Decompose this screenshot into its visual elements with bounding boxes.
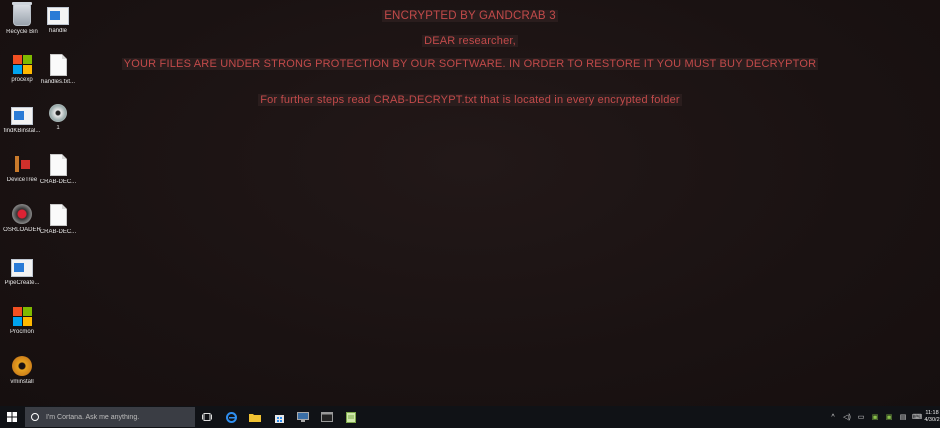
- desktop-icon-handles-txt[interactable]: handles.txt...: [36, 54, 80, 86]
- desktop: ENCRYPTED BY GANDCRAB 3 DEAR researcher,…: [0, 0, 940, 406]
- tray-app-icon: ▣: [871, 414, 879, 421]
- desktop-icon-crab-decrypt-1[interactable]: CRAB-DEC...: [36, 154, 80, 186]
- cortana-search-box[interactable]: [25, 407, 195, 427]
- windows-flag-icon: [12, 306, 32, 326]
- desktop-icon-crab-decrypt-2[interactable]: CRAB-DEC...: [36, 204, 80, 236]
- ransom-greeting: DEAR researcher,: [422, 35, 518, 47]
- desktop-icon-handle[interactable]: handle: [36, 4, 80, 35]
- desktop-icon-label: handles.txt...: [40, 79, 76, 85]
- start-button[interactable]: [0, 406, 24, 428]
- desktop-icon-label: PipeCreate...: [4, 280, 40, 286]
- keyboard-button[interactable]: ⌨: [910, 406, 924, 428]
- chevron-up-icon: ^: [831, 413, 835, 421]
- desktop-icon-label: Procmon: [9, 329, 34, 335]
- network-button[interactable]: ▭: [854, 406, 868, 428]
- volume-button[interactable]: ◁): [840, 406, 854, 428]
- desktop-icon-1[interactable]: 1: [36, 104, 80, 132]
- taskbar-app-console[interactable]: [315, 406, 339, 428]
- taskbar-store[interactable]: [267, 406, 291, 428]
- gear-icon: [12, 356, 32, 376]
- desktop-icon-label: 1: [56, 125, 60, 131]
- folder-icon: [249, 414, 261, 422]
- app-window-icon: [11, 259, 33, 277]
- taskbar: ^ ◁) ▭ ▣ ▣ ▤ ⌨ 11:18 4/30/2: [0, 406, 940, 428]
- monitor-icon: [297, 412, 309, 422]
- disc-icon: [49, 104, 67, 122]
- recycle-bin-icon: [12, 2, 32, 26]
- task-view-button[interactable]: [195, 406, 219, 428]
- tray-app-1[interactable]: ▣: [868, 406, 882, 428]
- desktop-icon-label: vminstall: [10, 379, 34, 385]
- taskbar-edge[interactable]: [219, 406, 243, 428]
- action-center-icon: ▤: [899, 414, 907, 421]
- osrloader-icon: [12, 204, 32, 224]
- desktop-icon-label: handle: [48, 28, 68, 34]
- text-file-icon: [49, 154, 67, 176]
- ransom-warning: YOUR FILES ARE UNDER STRONG PROTECTION B…: [121, 58, 819, 70]
- desktop-icon-procmon[interactable]: Procmon: [0, 306, 44, 336]
- ransom-title: ENCRYPTED BY GANDCRAB 3: [382, 10, 558, 22]
- desktop-icon-label: CRAB-DEC...: [39, 179, 77, 185]
- app-window-icon: [47, 7, 69, 25]
- cortana-icon: [31, 413, 39, 421]
- clock-time: 11:18: [925, 410, 939, 416]
- cortana-search-input[interactable]: [44, 412, 188, 422]
- action-center-button[interactable]: ▤: [896, 406, 910, 428]
- clock[interactable]: 11:18 4/30/2: [924, 410, 940, 424]
- desktop-icon-pipecreate[interactable]: PipeCreate...: [0, 256, 44, 287]
- desktop-icon-label: CRAB-DEC...: [39, 229, 77, 235]
- text-file-icon: [49, 54, 67, 76]
- windows-logo-icon: [7, 412, 17, 422]
- app-window-icon: [11, 107, 33, 125]
- text-file-icon: [49, 204, 67, 226]
- store-bag-icon: [274, 414, 284, 423]
- tray-app-2[interactable]: ▣: [882, 406, 896, 428]
- system-tray: ^ ◁) ▭ ▣ ▣ ▤ ⌨ 11:18 4/30/2: [826, 406, 940, 428]
- notepad-icon: [346, 411, 356, 423]
- keyboard-icon: ⌨: [911, 414, 923, 421]
- speaker-icon: ◁): [843, 414, 851, 421]
- taskbar-app-notepad[interactable]: [339, 406, 363, 428]
- taskbar-app-monitor[interactable]: [291, 406, 315, 428]
- desktop-icon-vminstall[interactable]: vminstall: [0, 356, 44, 386]
- show-hidden-icons-button[interactable]: ^: [826, 406, 840, 428]
- taskbar-file-explorer[interactable]: [243, 406, 267, 428]
- device-tree-icon: [12, 154, 32, 174]
- tray-app-icon: ▣: [885, 414, 893, 421]
- edge-icon: [225, 411, 237, 423]
- windows-flag-icon: [12, 54, 32, 74]
- clock-date: 4/30/2: [924, 417, 940, 423]
- console-icon: [321, 412, 333, 422]
- ransom-instructions: For further steps read CRAB-DECRYPT.txt …: [258, 94, 682, 106]
- network-icon: ▭: [857, 414, 865, 421]
- task-view-icon: [202, 413, 212, 421]
